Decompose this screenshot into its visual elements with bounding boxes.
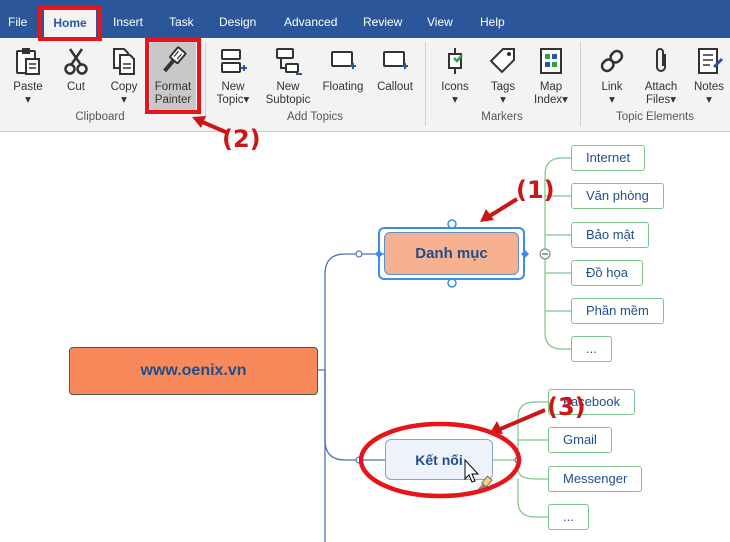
notes-icon [698,48,723,74]
notes-button[interactable]: Notes ▾ [692,46,726,107]
annotation-label-1: (1) [516,176,555,204]
subtopic[interactable]: Bảo mật [571,222,650,248]
menu-review[interactable]: Review [363,0,402,38]
icons-label: Icons [441,81,469,93]
group-separator [580,42,581,126]
annotation-label-3: (3) [547,393,586,421]
map-index-button[interactable]: Map Index▾ [530,46,572,107]
annotation-label-2: (2) [222,125,261,153]
callout-button[interactable]: Callout [373,46,417,94]
link-label: Link [601,81,623,93]
map-index-icon [540,48,562,74]
menu-task[interactable]: Task [169,0,194,38]
main-topic-danh-muc[interactable]: Danh mục [384,232,519,275]
dropdown-arrow-icon: ▾ [500,94,506,106]
group-label-markers: Markers [481,111,523,123]
new-subtopic-button[interactable]: New Subtopic [262,46,314,107]
tag-icon [489,48,515,74]
dropdown-arrow-icon: ▾ [243,94,250,106]
mindmanager-window: File Home Insert Task Design Advanced Re… [0,0,730,542]
menu-file[interactable]: File [8,0,27,38]
central-topic[interactable]: www.oenix.vn [69,347,318,395]
new-subtopic-label-1: New [276,81,300,93]
new-subtopic-label-2: Subtopic [265,94,311,106]
new-topic-button[interactable]: New Topic▾ [210,46,256,107]
tags-label: Tags [490,81,516,93]
menu-bar: File Home Insert Task Design Advanced Re… [0,0,730,38]
link-icon [600,49,624,73]
menu-advanced[interactable]: Advanced [284,0,337,38]
dropdown-arrow-icon: ▾ [670,94,677,106]
group-label-add-topics: Add Topics [286,111,344,123]
notes-label: Notes [693,81,725,93]
subtopic[interactable]: Văn phòng [571,183,664,209]
attach-files-label-2: Files [645,94,671,106]
map-canvas[interactable]: www.oenix.vn Danh mục Kết nối Internet V… [0,133,730,542]
subtopic[interactable]: Gmail [548,427,612,453]
subtopic[interactable]: Đồ họa [571,260,643,286]
group-label-clipboard: Clipboard [75,111,125,123]
menu-design[interactable]: Design [219,0,256,38]
menu-view[interactable]: View [427,0,453,38]
dropdown-arrow-icon: ▾ [562,94,568,106]
map-index-label-2: Index [534,94,563,106]
dropdown-arrow-icon: ▾ [609,94,615,106]
home-tab-highlight [38,6,102,41]
callout-label: Callout [377,81,413,93]
callout-icon [383,51,408,69]
tags-button[interactable]: Tags ▾ [486,46,520,107]
subtopic[interactable]: Messenger [548,466,643,492]
dropdown-arrow-icon: ▾ [452,94,458,106]
paperclip-icon [656,48,666,72]
floating-topic-icon [331,51,356,69]
subtopic[interactable]: Phần mềm [571,298,664,324]
subtopic[interactable]: ... [571,336,612,362]
new-topic-label-2: Topic [216,94,244,106]
floating-label: Floating [322,81,364,93]
menu-help[interactable]: Help [480,0,505,38]
main-topic-ket-noi[interactable]: Kết nối [385,439,493,480]
group-separator [425,42,426,126]
subtopic[interactable]: ... [548,504,589,530]
new-topic-icon [221,49,247,73]
menu-insert[interactable]: Insert [113,0,143,38]
map-index-label-1: Map [539,81,563,93]
new-topic-label-1: New [221,81,245,93]
new-subtopic-icon [276,48,302,75]
floating-topic-button[interactable]: Floating [318,46,368,94]
dropdown-arrow-icon: ▾ [706,94,712,106]
ribbon-groups: Clipboard New Topic▾ New Subtopic Floati… [0,38,730,132]
link-button[interactable]: Link ▾ [595,46,629,107]
attach-files-label-1: Attach [644,81,678,93]
attach-files-button[interactable]: Attach Files▾ [640,46,682,107]
icons-button[interactable]: Icons ▾ [435,46,475,107]
subtopic[interactable]: Internet [571,145,646,171]
group-separator [205,42,206,126]
icons-icon [448,48,463,74]
group-label-topic-elements: Topic Elements [616,111,694,123]
